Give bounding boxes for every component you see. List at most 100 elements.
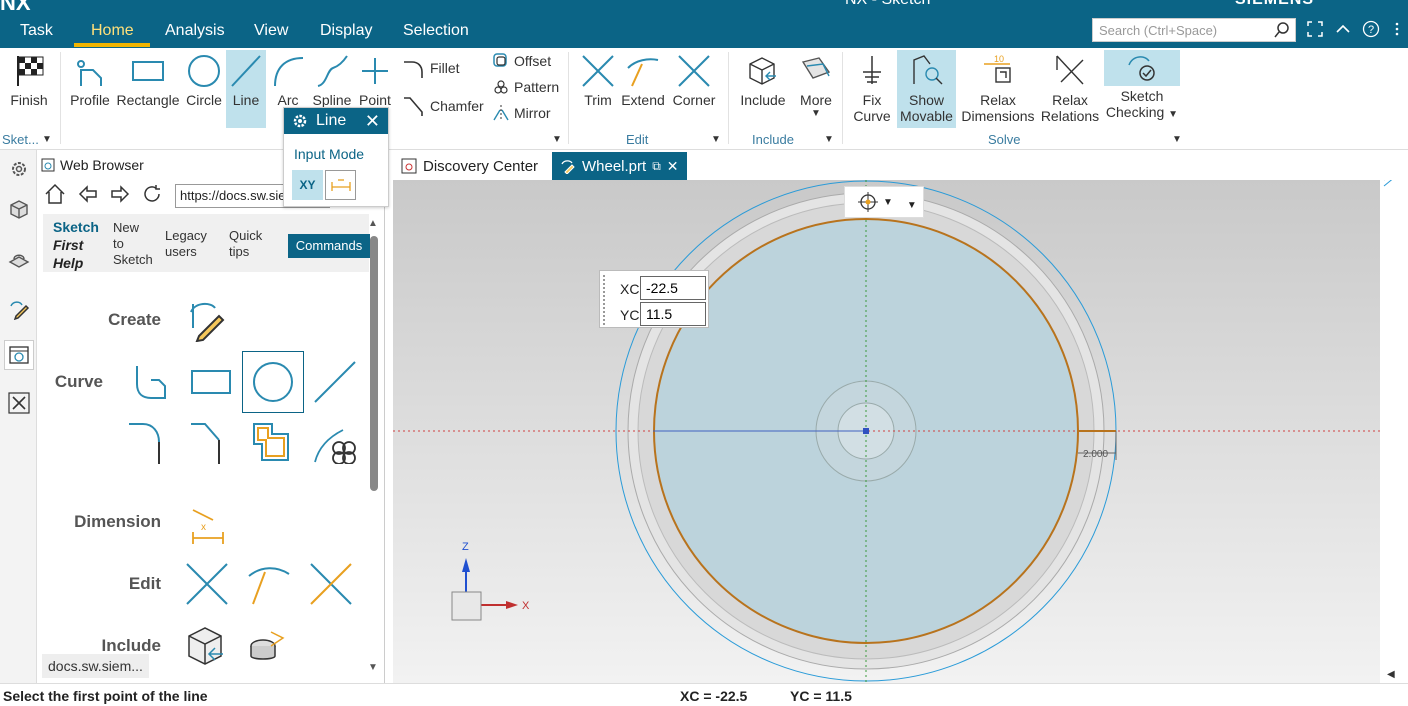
sketch-checking-icon-area[interactable] <box>1104 50 1180 86</box>
fillet-command-icon[interactable] <box>119 412 179 472</box>
line-command-icon[interactable] <box>305 352 365 412</box>
tab-display[interactable]: Display <box>320 22 372 40</box>
edit-group-dropdown-icon[interactable]: ▼ <box>711 134 721 145</box>
curve-group-dropdown-icon[interactable]: ▼ <box>552 134 562 145</box>
back-arrow-icon[interactable] <box>77 183 99 208</box>
finish-button[interactable]: Finish <box>6 50 52 108</box>
tab-view[interactable]: View <box>254 22 288 40</box>
mirror-button[interactable]: Mirror <box>492 104 551 122</box>
forward-arrow-icon[interactable] <box>109 183 131 208</box>
checking-label: Checking <box>1105 104 1165 120</box>
tools-icon[interactable] <box>4 388 34 418</box>
rim-dimension-label[interactable]: 2.000 <box>1083 449 1108 460</box>
add-existing-command-icon[interactable] <box>239 616 299 676</box>
line-button[interactable]: Line <box>226 50 266 128</box>
pattern-command-icon[interactable] <box>305 412 365 472</box>
legacy-users-link[interactable]: Legacy users <box>165 228 207 260</box>
scroll-up-icon[interactable]: ▲ <box>368 218 378 229</box>
chamfer-label: Chamfer <box>430 98 484 114</box>
gear-icon[interactable] <box>292 113 308 129</box>
show-label: Show <box>908 92 945 108</box>
circle-button[interactable]: Circle <box>184 50 224 108</box>
relax-relations-button[interactable]: Relax Relations <box>1040 50 1100 124</box>
spline-button[interactable]: Spline <box>310 50 354 108</box>
sketch-canvas[interactable]: 2.000 Z X <box>393 180 1380 683</box>
quick-tips-link[interactable]: Quick tips <box>229 228 262 260</box>
include-button[interactable]: Include <box>736 50 790 108</box>
wheel-prt-label: Wheel.prt <box>582 157 647 175</box>
circle-command-icon[interactable] <box>242 351 304 413</box>
sketch-group-dropdown-icon[interactable]: ▼ <box>42 134 52 145</box>
close-tab-icon[interactable]: ✕ <box>667 158 679 175</box>
include-cube-icon <box>736 50 790 92</box>
sketch-first-help-link[interactable]: Sketch First Help <box>53 218 99 272</box>
extend-button[interactable]: Extend <box>620 50 666 108</box>
collapse-ribbon-icon[interactable] <box>1334 20 1352 43</box>
include-command-icon[interactable] <box>177 616 237 676</box>
command-search-input[interactable]: Search (Ctrl+Space) <box>1092 18 1296 42</box>
fix-curve-button[interactable]: Fix Curve <box>850 50 894 124</box>
scroll-left-icon[interactable]: ◀ <box>1387 669 1395 680</box>
relax-dimensions-button[interactable]: 10 Relax Dimensions <box>960 50 1036 124</box>
tab-analysis[interactable]: Analysis <box>165 22 225 40</box>
graphics-viewport[interactable]: 2.000 Z X ▼ ▼ XC YC <box>393 180 1380 683</box>
line-dialog-header[interactable]: Line ✕ <box>284 108 388 134</box>
undock-icon[interactable]: ⧉ <box>652 159 661 174</box>
point-button[interactable]: Point <box>356 50 394 108</box>
part-navigator-icon[interactable] <box>4 194 34 224</box>
fillet-button[interactable]: Fillet <box>402 56 460 80</box>
pattern-button[interactable]: Pattern <box>492 78 559 96</box>
dimension-command-icon[interactable]: x <box>177 492 237 552</box>
create-sketch-icon[interactable] <box>177 290 237 350</box>
arc-button[interactable]: Arc <box>270 50 306 108</box>
help-icon[interactable]: ? <box>1362 20 1380 43</box>
trim-command-icon[interactable] <box>177 554 237 614</box>
corner-command-icon[interactable] <box>301 554 361 614</box>
search-icon[interactable] <box>1273 21 1291 42</box>
profile-button[interactable]: Profile <box>68 50 112 108</box>
parameter-mode-button[interactable] <box>325 170 356 200</box>
include-label: Include <box>740 92 786 108</box>
chamfer-button[interactable]: Chamfer <box>402 94 484 118</box>
drag-grip[interactable] <box>603 275 609 325</box>
new-to-sketch-link[interactable]: New to Sketch <box>113 220 153 268</box>
tab-task[interactable]: Task <box>20 22 53 40</box>
snap-point-toolbar[interactable]: ▼ ▼ <box>844 186 924 218</box>
sketch-navigator-icon[interactable] <box>4 294 34 324</box>
more-button[interactable]: More ▼ <box>794 50 838 119</box>
yc-input[interactable] <box>640 302 706 326</box>
tab-home[interactable]: Home <box>91 22 134 40</box>
snap-more-icon[interactable]: ▼ <box>907 200 917 211</box>
rectangle-command-icon[interactable] <box>181 352 241 412</box>
xc-input[interactable] <box>640 276 706 300</box>
tab-selection[interactable]: Selection <box>403 22 469 40</box>
scroll-down-icon[interactable]: ▼ <box>368 662 378 673</box>
tab-discovery-center[interactable]: Discovery Center <box>393 152 546 180</box>
tab-wheel-prt[interactable]: Wheel.prt ⧉ ✕ <box>552 152 687 180</box>
offset-button[interactable]: Offset <box>492 52 551 70</box>
fullscreen-icon[interactable] <box>1306 20 1324 43</box>
home-icon[interactable] <box>43 182 67 209</box>
refresh-icon[interactable] <box>141 183 163 208</box>
show-movable-button[interactable]: Show Movable <box>897 50 956 128</box>
chamfer-command-icon[interactable] <box>181 412 241 472</box>
extend-command-icon[interactable] <box>239 554 299 614</box>
snap-dropdown-icon[interactable]: ▼ <box>883 197 893 208</box>
solve-group-dropdown-icon[interactable]: ▼ <box>1172 134 1182 145</box>
more-options-icon[interactable] <box>1392 20 1402 43</box>
web-browser-icon[interactable] <box>4 340 34 370</box>
rectangle-button[interactable]: Rectangle <box>116 50 180 108</box>
assembly-navigator-icon[interactable] <box>4 244 34 274</box>
profile-command-icon[interactable] <box>119 352 179 412</box>
sketch-checking-button[interactable]: Sketch Checking ▼ <box>1104 88 1180 120</box>
browser-scrollbar[interactable]: ▲ ▼ <box>367 218 381 678</box>
settings-gear-icon[interactable] <box>4 154 34 184</box>
commands-tab[interactable]: Commands <box>288 234 370 258</box>
trim-button[interactable]: Trim <box>578 50 618 108</box>
scroll-thumb[interactable] <box>370 236 378 491</box>
offset-command-icon[interactable] <box>242 412 302 472</box>
corner-button[interactable]: Corner <box>670 50 718 108</box>
xy-mode-button[interactable]: XY <box>292 170 323 200</box>
close-icon[interactable]: ✕ <box>365 111 380 132</box>
include-group-dropdown-icon[interactable]: ▼ <box>824 134 834 145</box>
